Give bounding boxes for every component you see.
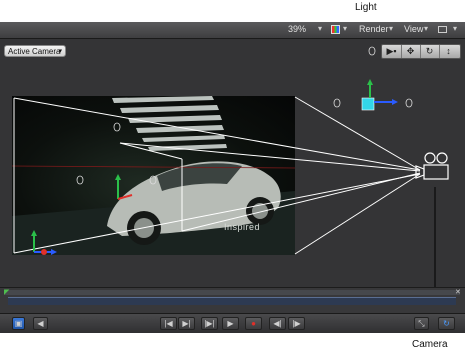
go-to-start-button[interactable]: |◀ xyxy=(160,317,177,330)
camera-callout-label: Camera xyxy=(412,339,448,350)
view-menu[interactable]: View xyxy=(404,24,423,34)
step-forward-button[interactable]: |▶| xyxy=(201,317,218,330)
record-button[interactable]: ● xyxy=(245,317,262,330)
loop-play-button[interactable]: |▶ xyxy=(288,317,305,330)
scene-overlay xyxy=(13,46,449,287)
light-callout-label: Light xyxy=(355,2,377,13)
step-back-button[interactable]: ◀ xyxy=(33,317,48,330)
timeline-track[interactable] xyxy=(8,297,456,305)
camera-object xyxy=(415,152,449,180)
timeline-toggle-button[interactable]: ▣ xyxy=(12,317,25,330)
render-chevron-icon[interactable]: ▾ xyxy=(389,24,393,33)
render-menu[interactable]: Render xyxy=(359,24,389,34)
play-range-end-icon[interactable]: ✕ xyxy=(455,288,461,296)
canvas-top-bar: 39% ▾ ▾ Render ▾ View ▾ ▾ xyxy=(0,22,465,39)
zoom-chevron-icon[interactable]: ▾ xyxy=(318,24,322,33)
fullscreen-button[interactable]: ⤡ xyxy=(414,317,429,330)
channels-chevron-icon[interactable]: ▾ xyxy=(343,24,347,33)
overlay-chevron-icon[interactable]: ▾ xyxy=(453,24,457,33)
play-button[interactable]: ▶ xyxy=(222,317,239,330)
canvas-viewport[interactable]: Active Camera ▾ ▶▪ ✥ ↻ ↕ Inspired xyxy=(0,39,465,287)
motion-canvas-window: 39% ▾ ▾ Render ▾ View ▾ ▾ Active Camera … xyxy=(0,22,465,333)
go-to-end-button[interactable]: ▶| xyxy=(178,317,195,330)
color-channels-icon[interactable] xyxy=(331,25,340,34)
loop-button[interactable]: ↻ xyxy=(438,317,455,330)
zoom-level[interactable]: 39% xyxy=(288,24,306,34)
timeline-ruler[interactable] xyxy=(4,290,460,295)
overlay-icon[interactable] xyxy=(438,26,447,33)
view-chevron-icon[interactable]: ▾ xyxy=(424,24,428,33)
mini-timeline: ◤ ✕ xyxy=(0,287,465,314)
light-object xyxy=(361,79,398,111)
transport-bar: ▣ ◀ |◀ ▶| |▶| ▶ ● ◀| |▶ ⤡ ↻ xyxy=(0,313,465,333)
play-range-start-icon[interactable]: ◤ xyxy=(4,288,9,296)
audio-button[interactable]: ◀| xyxy=(269,317,286,330)
